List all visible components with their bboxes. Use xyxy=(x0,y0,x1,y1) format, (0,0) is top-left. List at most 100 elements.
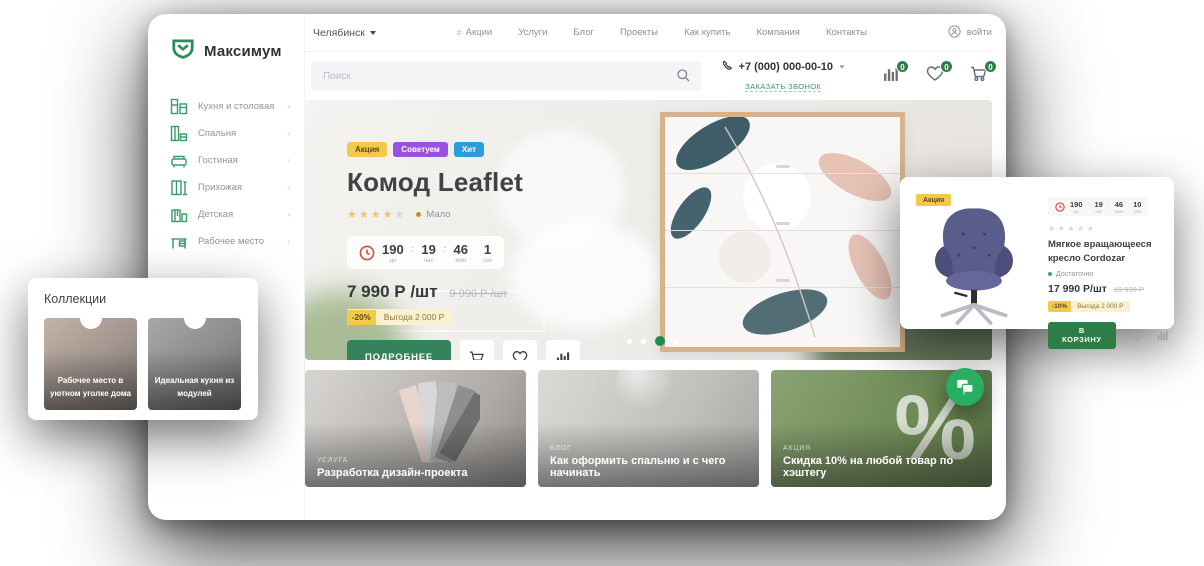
shield-logo-icon xyxy=(170,36,196,67)
armchair-image xyxy=(915,201,1033,329)
rating-row: ★★★★★ Мало xyxy=(347,205,580,223)
stars-empty-icon: ★★★★★ xyxy=(1048,224,1169,233)
cart-button[interactable]: 0 xyxy=(970,65,988,87)
current-price: 17 990 Р/шт xyxy=(1048,283,1107,295)
price-row: 7 990 Р /шт 9 990 Р /шт xyxy=(347,282,580,302)
livingroom-icon xyxy=(170,152,188,170)
sidebar-item-label: Прихожая xyxy=(198,182,277,193)
kids-room-icon xyxy=(170,206,188,224)
availability: Достаточно xyxy=(1048,271,1169,278)
slider-dot[interactable] xyxy=(641,339,646,344)
old-price: 19 990 Р xyxy=(1114,285,1144,294)
product-info: 190дн : 19час : 46мин 10сек ★★★★★ Мягкое… xyxy=(1048,177,1183,329)
phone-number[interactable]: +7 (000) 000-00-10 xyxy=(739,61,833,73)
benefit-label: Выгода 2 000 Р xyxy=(376,309,453,325)
clock-icon xyxy=(359,245,375,261)
sidebar-item-label: Детская xyxy=(198,209,277,220)
slider-dot[interactable] xyxy=(674,339,679,344)
product-buttons: В КОРЗИНУ xyxy=(1048,322,1169,349)
compare-product-button[interactable] xyxy=(546,340,580,360)
chat-icon xyxy=(956,379,974,395)
slider-dot-active[interactable] xyxy=(655,336,665,346)
timer-minutes: 46мин xyxy=(454,242,468,264)
nav-link-blog[interactable]: Блог xyxy=(573,27,594,38)
sidebar-item-livingroom[interactable]: Гостиная › xyxy=(170,147,304,174)
sidebar-item-label: Гостиная xyxy=(198,155,277,166)
details-button[interactable]: ПОДРОБНЕЕ xyxy=(347,340,451,360)
sidebar-item-kids[interactable]: Детская › xyxy=(170,201,304,228)
add-to-cart-button[interactable]: В КОРЗИНУ xyxy=(1048,322,1116,349)
promo-title: Скидка 10% на любой товар по хэштегу xyxy=(783,455,980,479)
product-card: Акция xyxy=(900,177,1174,329)
sidebar-item-kitchen[interactable]: Кухня и столовая › xyxy=(170,93,304,120)
collection-tile-title: Рабочее место в уютном уголке дома xyxy=(48,374,133,401)
search-input[interactable] xyxy=(311,61,701,91)
search-icon[interactable] xyxy=(676,68,691,88)
timer-hours: 19час xyxy=(1094,200,1102,214)
nav-link-projects[interactable]: Проекты xyxy=(620,27,658,38)
nav-link-contacts[interactable]: Контакты xyxy=(826,27,867,38)
city-selector[interactable]: Челябинск xyxy=(313,27,376,39)
chat-button[interactable] xyxy=(946,368,984,406)
compare-product-button[interactable] xyxy=(1157,329,1169,341)
login-button[interactable]: войти xyxy=(948,25,992,41)
timer-days: 190дн xyxy=(382,242,404,264)
chevron-right-icon: › xyxy=(287,129,290,138)
slider-dot[interactable] xyxy=(627,339,632,344)
sidebar-item-bedroom[interactable]: Спальня › xyxy=(170,120,304,147)
drawer-handle xyxy=(776,279,790,282)
badge-sale: Акция xyxy=(347,142,387,157)
drawer-line xyxy=(665,173,900,174)
collection-tile-workplace[interactable]: Рабочее место в уютном уголке дома xyxy=(44,318,137,410)
add-to-cart-button[interactable] xyxy=(460,340,494,360)
promo-tag: БЛОГ xyxy=(550,445,747,452)
collections-title: Коллекции xyxy=(44,292,242,306)
callback-link[interactable]: заказать звонок xyxy=(745,82,821,92)
hallway-icon xyxy=(170,179,188,197)
cart-count-badge: 0 xyxy=(984,60,997,73)
collection-tile-kitchen[interactable]: Идеальная кухня из модулей xyxy=(148,318,241,410)
promo-cards: УСЛУГА Разработка дизайн-проекта БЛОГ Ка… xyxy=(305,370,992,487)
favorite-button[interactable] xyxy=(503,340,537,360)
old-price: 9 990 Р /шт xyxy=(450,288,508,300)
caret-down-icon[interactable] xyxy=(840,65,845,68)
toolbar: +7 (000) 000-00-10 заказать звонок 0 0 xyxy=(305,52,992,100)
timer-seconds: 10сек xyxy=(1133,200,1141,214)
sidebar-item-hallway[interactable]: Прихожая › xyxy=(170,174,304,201)
compare-button[interactable]: 0 xyxy=(883,65,900,87)
promo-card-design[interactable]: УСЛУГА Разработка дизайн-проекта xyxy=(305,370,526,487)
product-title[interactable]: Мягкое вращающееся кресло Cordozar xyxy=(1048,238,1169,267)
timer-hours: 19час xyxy=(421,242,435,264)
chevron-right-icon: › xyxy=(287,102,290,111)
user-icon xyxy=(948,25,961,41)
timer-colon: : xyxy=(1108,202,1110,213)
clock-icon xyxy=(1055,202,1065,212)
nav-link-how-to-buy[interactable]: Как купить xyxy=(684,27,730,38)
favorites-button[interactable]: 0 xyxy=(926,65,944,87)
brand-logo[interactable]: Максимум xyxy=(170,36,304,67)
top-navigation: Челябинск #Акции Услуги Блог Проекты Как… xyxy=(305,14,992,52)
promo-card-blog[interactable]: БЛОГ Как оформить спальню и с чего начин… xyxy=(538,370,759,487)
favorite-button[interactable] xyxy=(1130,329,1143,341)
drawer-line xyxy=(665,287,900,288)
drawer-handle xyxy=(776,165,790,168)
workplace-icon xyxy=(170,233,188,251)
timer-minutes: 46мин xyxy=(1115,200,1123,214)
timer-seconds: 1сек xyxy=(483,242,492,264)
product-image: Акция xyxy=(900,177,1048,329)
nav-link-company[interactable]: Компания xyxy=(756,27,799,38)
city-label: Челябинск xyxy=(313,27,365,39)
sidebar-item-workplace[interactable]: Рабочее место › xyxy=(170,228,304,255)
search-box xyxy=(311,61,701,91)
brand-name: Максимум xyxy=(204,43,282,60)
nav-link-services[interactable]: Услуги xyxy=(518,27,547,38)
promo-tag: УСЛУГА xyxy=(317,457,514,464)
discount-row: -10% Выгода 2 000 Р xyxy=(1048,301,1130,312)
nav-link-sales[interactable]: #Акции xyxy=(457,27,493,38)
phone-block: +7 (000) 000-00-10 заказать звонок xyxy=(722,58,845,94)
app-window: Максимум Кухня и столовая › Спальня › xyxy=(148,14,1006,520)
nav-links: #Акции Услуги Блог Проекты Как купить Ко… xyxy=(376,27,948,38)
phone-icon xyxy=(722,58,733,76)
promo-title: Как оформить спальню и с чего начинать xyxy=(550,455,747,479)
timer-colon: : xyxy=(411,243,415,263)
